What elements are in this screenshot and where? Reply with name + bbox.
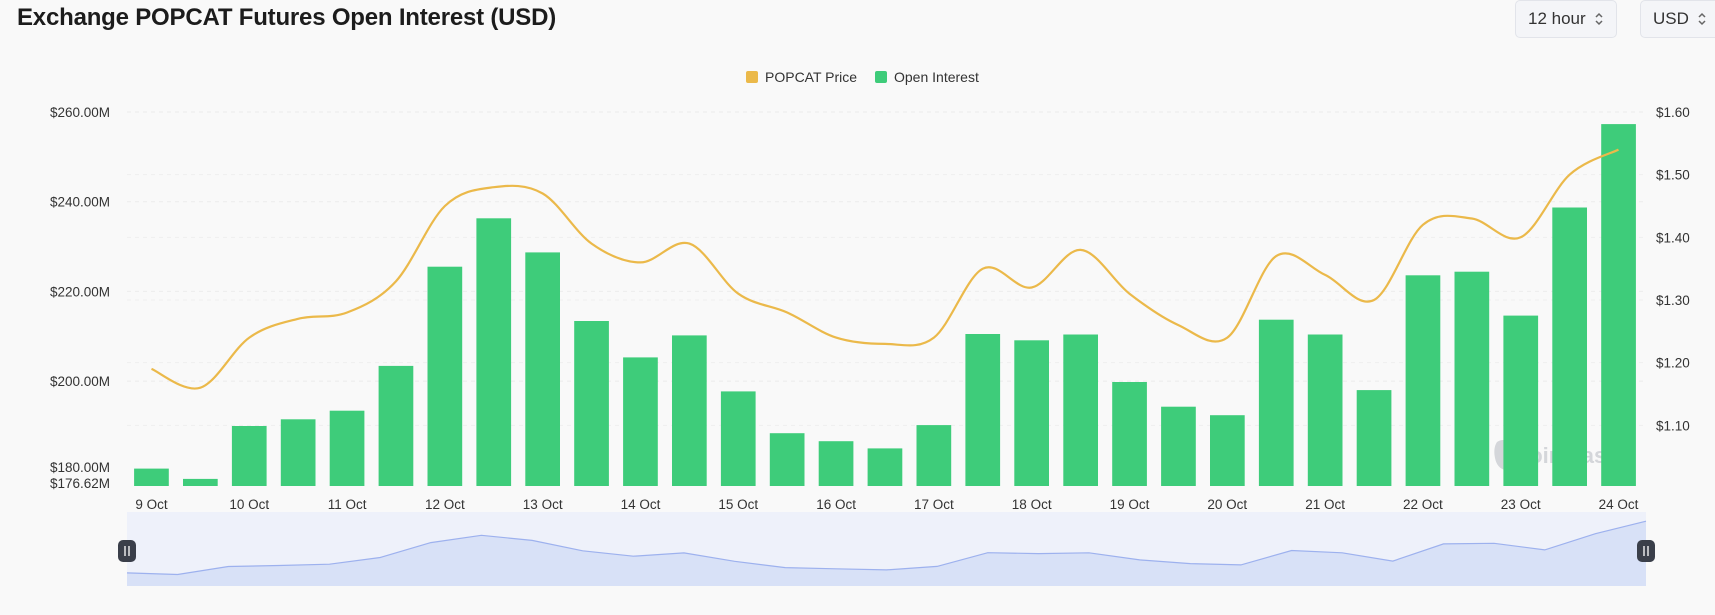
oi-bar: [1112, 382, 1147, 486]
right-tick-label: $1.30: [1656, 293, 1690, 308]
x-tick-label: 21 Oct: [1305, 497, 1345, 512]
left-tick-label: $176.62M: [50, 476, 110, 491]
oi-bar: [867, 448, 903, 486]
legend-swatch: [875, 71, 887, 83]
oi-bar: [916, 425, 952, 486]
x-tick-label: 15 Oct: [718, 497, 758, 512]
x-tick-label: 13 Oct: [523, 497, 563, 512]
oi-bar: [1552, 207, 1587, 486]
right-axis: $1.60 $1.50 $1.40 $1.30 $1.20 $1.10: [1656, 105, 1690, 433]
oi-bar: [769, 433, 805, 486]
oi-bar: [378, 365, 414, 486]
oi-bar: [1405, 275, 1441, 486]
oi-bar: [672, 335, 707, 486]
right-tick-label: $1.20: [1656, 356, 1690, 371]
oi-bar: [476, 218, 512, 487]
oi-bar: [1063, 334, 1098, 486]
oi-bar: [525, 252, 560, 486]
x-tick-label: 16 Oct: [816, 497, 856, 512]
x-tick-label: 10 Oct: [229, 497, 269, 512]
oi-bar: [1161, 406, 1196, 486]
oi-bar: [818, 441, 854, 486]
oi-bar: [134, 468, 169, 486]
legend-label: Open Interest: [894, 69, 979, 85]
x-tick-label: 22 Oct: [1403, 497, 1443, 512]
left-tick-label: $220.00M: [50, 284, 110, 299]
legend-swatch: [746, 71, 758, 83]
oi-bar: [574, 321, 609, 486]
x-tick-label: 9 Oct: [135, 497, 168, 512]
line-series: [151, 148, 1620, 390]
oi-bar: [1356, 390, 1392, 486]
handle-grip: [1637, 540, 1655, 562]
x-tick-label: 19 Oct: [1110, 497, 1150, 512]
left-axis: $260.00M $240.00M $220.00M $200.00M $180.00M…: [50, 105, 110, 491]
x-axis: 9 Oct 10 Oct 11 Oct 12 Oct 13 Oct 14 Oct 15 Oc…: [135, 497, 1638, 512]
bar-series: [134, 124, 1636, 487]
oi-bar: [1307, 334, 1343, 486]
open-interest-chart: POPCAT PriceOpen Interest coinglass $260…: [50, 69, 1690, 586]
navigator-handle-right[interactable]: [1637, 540, 1655, 562]
oi-bar: [965, 334, 1001, 486]
oi-bar: [183, 478, 218, 486]
oi-bar: [1503, 315, 1539, 486]
x-tick-label: 20 Oct: [1207, 497, 1247, 512]
left-tick-label: $200.00M: [50, 374, 110, 389]
price-line: [151, 148, 1620, 390]
oi-bar: [623, 357, 658, 486]
x-tick-label: 12 Oct: [425, 497, 465, 512]
x-tick-label: 17 Oct: [914, 497, 954, 512]
oi-bar: [231, 426, 267, 486]
oi-bar: [1258, 319, 1294, 486]
x-tick-label: 18 Oct: [1012, 497, 1052, 512]
right-tick-label: $1.50: [1656, 168, 1690, 183]
oi-bar: [720, 391, 756, 486]
right-tick-label: $1.10: [1656, 418, 1690, 433]
chart-legend: POPCAT Price Open Interest: [746, 69, 979, 85]
right-tick-label: $1.60: [1656, 105, 1690, 120]
oi-bar: [1601, 124, 1636, 486]
range-navigator[interactable]: [118, 512, 1655, 586]
left-tick-label: $180.00M: [50, 460, 110, 475]
x-tick-label: 11 Oct: [328, 497, 367, 512]
navigator-handle-left[interactable]: [118, 540, 136, 562]
oi-bar: [329, 410, 365, 486]
x-tick-label: 23 Oct: [1501, 497, 1541, 512]
oi-bar: [1210, 415, 1245, 486]
right-tick-label: $1.40: [1656, 230, 1690, 245]
left-tick-label: $240.00M: [50, 195, 110, 210]
oi-bar: [280, 419, 316, 486]
oi-bar: [427, 266, 463, 486]
left-tick-label: $260.00M: [50, 105, 110, 120]
oi-bar: [1454, 271, 1490, 486]
handle-grip: [118, 540, 136, 562]
oi-bar: [1014, 340, 1049, 486]
x-tick-label: 24 Oct: [1599, 497, 1639, 512]
legend-label: POPCAT Price: [765, 69, 857, 85]
x-tick-label: 14 Oct: [621, 497, 661, 512]
